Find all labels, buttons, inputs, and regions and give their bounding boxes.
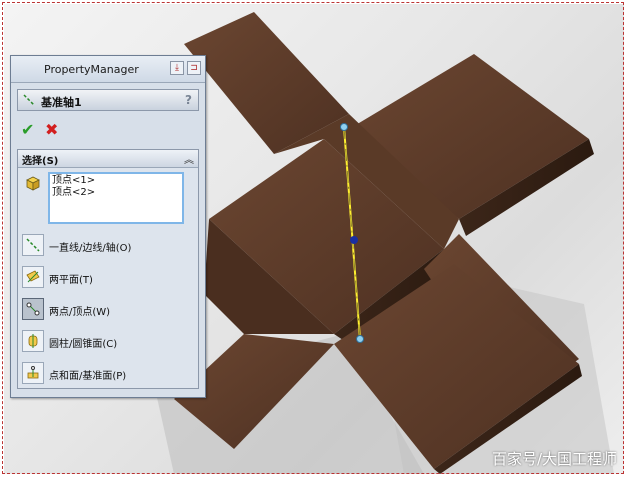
option-two-planes[interactable]: 两平面(T)	[22, 266, 192, 292]
option-cylinder-cone[interactable]: 圆柱/圆锥面(C)	[22, 330, 192, 356]
pin-icon[interactable]: ⤓	[170, 61, 184, 75]
option-line-edge-axis[interactable]: 一直线/边线/轴(O)	[22, 234, 192, 260]
option-label: 点和面/基准面(P)	[49, 371, 127, 382]
option-label: 一直线/边线/轴(O)	[49, 243, 132, 254]
section-header[interactable]: 选择(S) ︽	[18, 150, 198, 168]
property-manager-panel: PropertyManager ⤓ ⊐ 基准轴1 ? ✔ ✖ 选择(S) ︽ 顶…	[10, 55, 206, 398]
feature-name: 基准轴1	[41, 96, 82, 109]
option-label: 圆柱/圆锥面(C)	[49, 339, 118, 350]
panel-header: PropertyManager ⤓ ⊐	[11, 56, 205, 83]
section-title: 选择(S)	[22, 156, 59, 167]
panel-title: PropertyManager	[44, 63, 139, 76]
cylinder-cone-icon[interactable]	[22, 330, 44, 352]
point-face-icon[interactable]	[22, 362, 44, 384]
option-label: 两平面(T)	[49, 275, 93, 286]
collapse-chevron-icon[interactable]: ︽	[184, 151, 194, 166]
option-two-points[interactable]: 两点/顶点(W)	[22, 298, 192, 324]
push-pin-icon[interactable]: ⊐	[187, 61, 201, 75]
two-points-icon[interactable]	[22, 298, 44, 320]
selection-item[interactable]: 顶点<2>	[52, 187, 180, 199]
help-icon[interactable]: ?	[185, 93, 192, 107]
watermark-text: 百家号/大国工程师	[491, 450, 617, 468]
origin-marker	[350, 236, 358, 244]
selection-list[interactable]: 顶点<1> 顶点<2>	[48, 172, 184, 224]
cancel-x-icon[interactable]: ✖	[45, 120, 58, 139]
selection-section: 选择(S) ︽ 顶点<1> 顶点<2> 一直线/边线/轴(O) 两平面(T) 两…	[17, 149, 199, 389]
two-planes-icon[interactable]	[22, 266, 44, 288]
vertex-point[interactable]	[356, 335, 364, 343]
selection-item[interactable]: 顶点<1>	[52, 175, 180, 187]
cube-selection-icon	[26, 176, 40, 191]
vertex-point[interactable]	[340, 123, 348, 131]
ok-check-icon[interactable]: ✔	[21, 120, 34, 139]
feature-header: 基准轴1 ?	[17, 89, 199, 111]
option-point-face[interactable]: 点和面/基准面(P)	[22, 362, 192, 388]
option-label: 两点/顶点(W)	[49, 307, 111, 318]
datum-axis-icon	[23, 94, 35, 106]
line-edge-axis-icon[interactable]	[22, 234, 44, 256]
